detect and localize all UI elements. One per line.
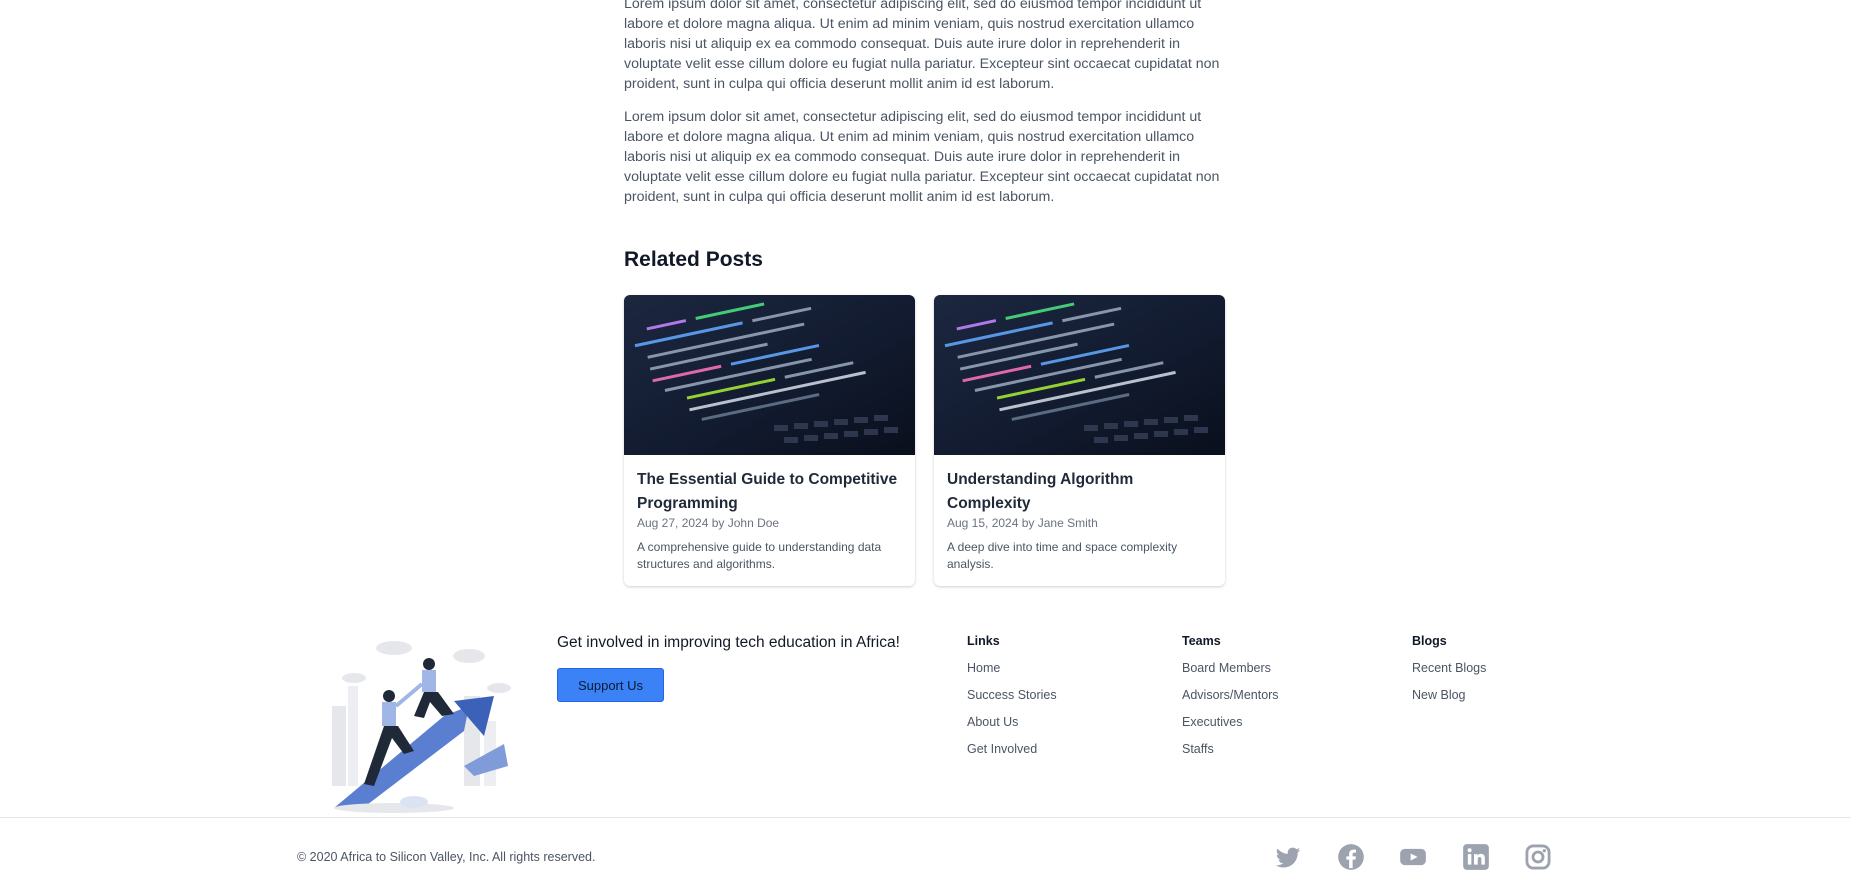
article-paragraph: Lorem ipsum dolor sit amet, consectetur … (624, 0, 1220, 92)
footer-link-success-stories[interactable]: Success Stories (967, 688, 1057, 715)
related-post-card[interactable]: Understanding Algorithm Complexity Aug 1… (934, 295, 1225, 586)
footer-link-advisors-mentors[interactable]: Advisors/Mentors (1182, 688, 1279, 715)
footer-link-recent-blogs[interactable]: Recent Blogs (1412, 661, 1486, 688)
related-post-card[interactable]: The Essential Guide to Competitive Progr… (624, 295, 915, 586)
footer-divider (0, 817, 1851, 818)
post-meta: Aug 15, 2024 by Jane Smith (947, 516, 1098, 530)
footer-links-column: Links Home Success Stories About Us Get … (967, 634, 1057, 769)
footer-column-title: Blogs (1412, 634, 1447, 648)
youtube-icon[interactable] (1399, 843, 1427, 871)
support-us-button[interactable]: Support Us (557, 668, 664, 702)
footer-link-home[interactable]: Home (967, 661, 1057, 688)
footer-blogs-column: Blogs Recent Blogs New Blog (1412, 634, 1486, 715)
footer-teams-column: Teams Board Members Advisors/Mentors Exe… (1182, 634, 1279, 769)
copyright-text: © 2020 Africa to Silicon Valley, Inc. Al… (297, 850, 596, 864)
post-description: A comprehensive guide to understanding d… (637, 540, 882, 571)
footer-link-about-us[interactable]: About Us (967, 715, 1057, 742)
instagram-icon[interactable] (1524, 843, 1552, 871)
twitter-icon[interactable] (1274, 843, 1302, 871)
footer-link-new-blog[interactable]: New Blog (1412, 688, 1486, 715)
article-paragraph: Lorem ipsum dolor sit amet, consectetur … (624, 109, 1220, 205)
cta-text: Get involved in improving tech education… (557, 634, 900, 651)
post-description: A deep dive into time and space complexi… (947, 540, 1178, 571)
related-posts-heading: Related Posts (624, 248, 763, 271)
post-title[interactable]: Understanding Algorithm Complexity (947, 468, 1215, 516)
footer-link-board-members[interactable]: Board Members (1182, 661, 1279, 688)
post-thumbnail-image (934, 295, 1225, 455)
footer-column-title: Links (967, 634, 1000, 648)
climbing-team-illustration (332, 641, 511, 813)
post-thumbnail-image (624, 295, 915, 455)
footer-link-get-involved[interactable]: Get Involved (967, 742, 1057, 769)
facebook-icon[interactable] (1337, 843, 1365, 871)
footer-link-executives[interactable]: Executives (1182, 715, 1279, 742)
post-title[interactable]: The Essential Guide to Competitive Progr… (637, 468, 905, 516)
footer-column-title: Teams (1182, 634, 1221, 648)
linkedin-icon[interactable] (1462, 843, 1490, 871)
footer-link-staffs[interactable]: Staffs (1182, 742, 1279, 769)
post-meta: Aug 27, 2024 by John Doe (637, 516, 780, 530)
